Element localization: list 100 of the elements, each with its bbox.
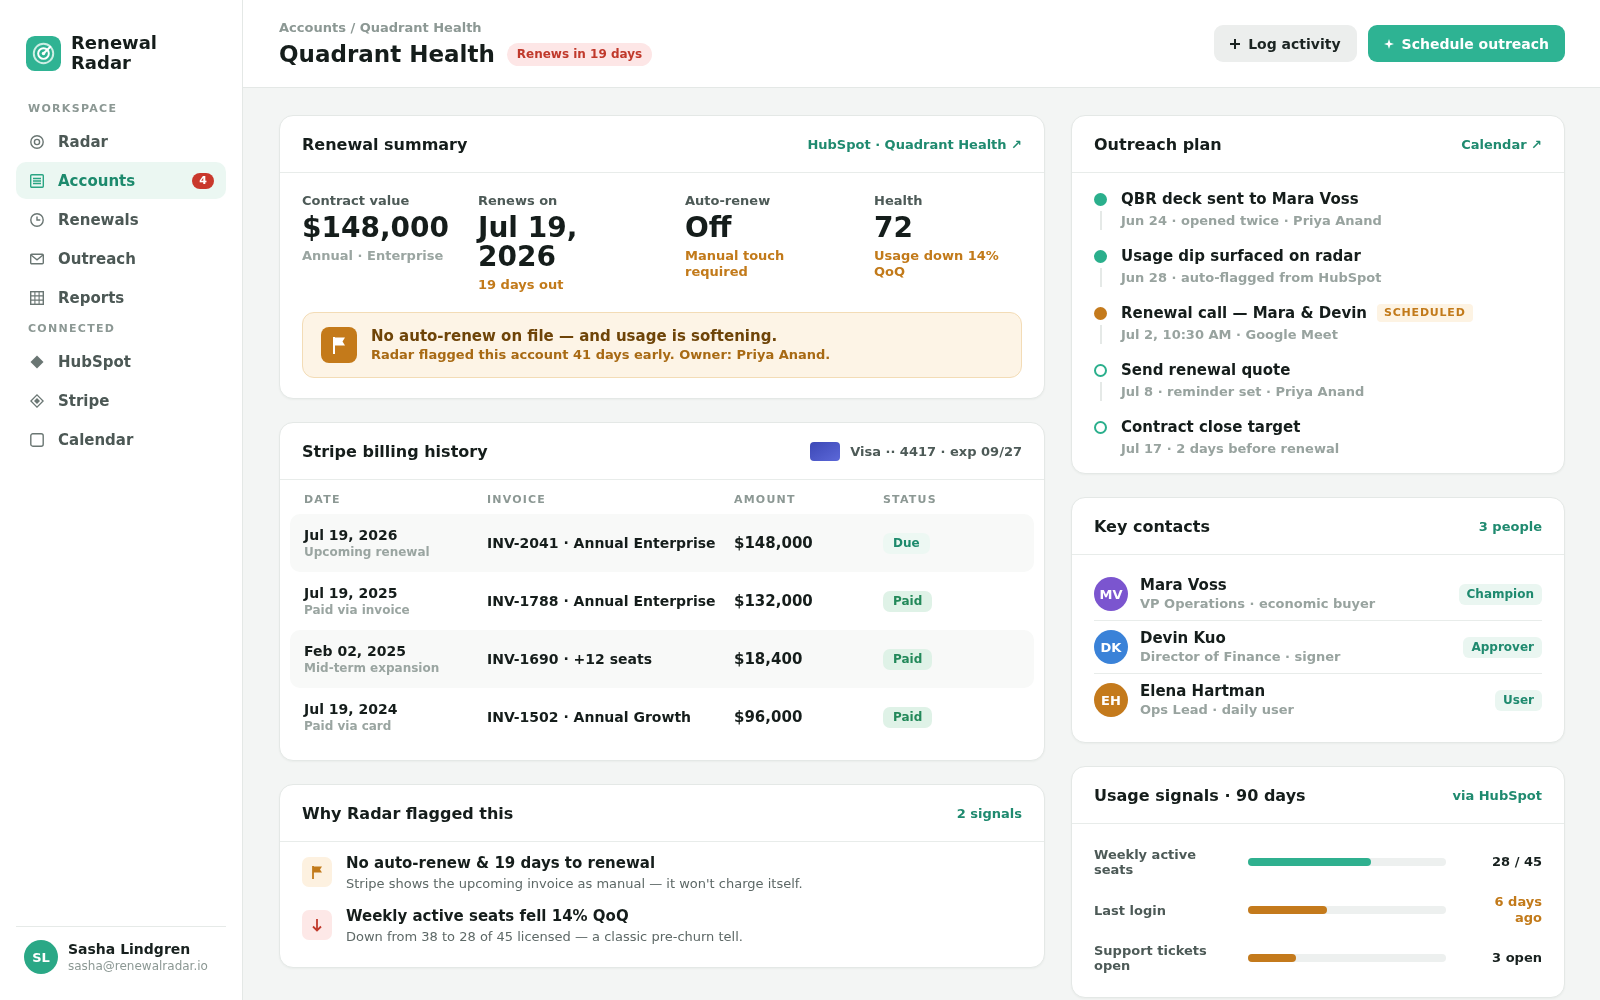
step-title: QBR deck sent to Mara Voss — [1121, 189, 1359, 209]
stat-label: Health — [874, 193, 924, 209]
amount-cell-text: $148,000 — [733, 534, 814, 552]
avatar: EH — [1094, 683, 1128, 717]
step-detail: Jun 24 · opened twice · Priya Anand — [1121, 212, 1383, 230]
stat-label: Auto-renew — [685, 193, 772, 209]
invoice-cell-text: INV-1690 · +12 seats — [486, 651, 653, 667]
stat-note: Annual · Enterprise — [302, 248, 445, 264]
invoice-date: Jul 19, 2024 — [304, 700, 399, 718]
nav-item[interactable]: Renewals — [16, 201, 226, 238]
user-name: Sasha Lindgren — [68, 940, 192, 958]
status-badge: Paid — [883, 707, 933, 728]
amount-cell-text: $18,400 — [733, 650, 804, 668]
status-badge: Due — [883, 533, 930, 554]
stat-label: Contract value — [302, 193, 411, 209]
reason-title: No auto-renew & 19 days to renewal — [346, 854, 657, 873]
nav-item[interactable]: Calendar — [16, 421, 226, 458]
role-tag: Approver — [1463, 636, 1542, 658]
ring-icon — [1094, 363, 1107, 377]
card-title: Key contacts — [1094, 516, 1210, 536]
signal-reading: 28 / 45 — [1491, 854, 1542, 870]
page-title: Quadrant Health — [279, 40, 495, 68]
dot-icon — [1094, 249, 1107, 263]
nav-item[interactable]: Accounts 4 — [16, 162, 226, 199]
card-title: Why Radar flagged this — [302, 803, 514, 823]
calendar-link[interactable]: Calendar ↗ — [1461, 136, 1542, 152]
target-icon — [30, 134, 44, 149]
step-title: Contract close target — [1121, 417, 1301, 437]
nested-diamond-icon — [30, 393, 44, 408]
step-detail: Jul 2, 10:30 AM · Google Meet — [1121, 326, 1339, 344]
signal-label: Weekly active seats — [1094, 847, 1198, 877]
crm-link[interactable]: HubSpot · Quadrant Health ↗ — [807, 136, 1022, 152]
section-heading: CONNECTED — [27, 321, 117, 337]
stat-note: Manual touch required — [685, 248, 786, 280]
count-label: 2 signals — [956, 805, 1022, 821]
status-badge: Paid — [883, 649, 933, 670]
step-detail: Jul 17 · 2 days before renewal — [1121, 440, 1341, 458]
user-email: sasha@renewalradar.io — [68, 958, 208, 974]
square-icon — [30, 432, 44, 447]
contact-name: Elena Hartman — [1140, 682, 1267, 701]
column-header: DATE — [303, 492, 342, 508]
nav-item[interactable]: Outreach — [16, 240, 226, 277]
stat-value: 72 — [874, 213, 914, 242]
avatar: DK — [1094, 630, 1128, 664]
reason-detail: Stripe shows the upcoming invoice as manual — it won't charge itself. — [346, 875, 803, 893]
nav-item[interactable]: Radar — [16, 123, 226, 160]
signal-label: Support tickets open — [1094, 943, 1208, 973]
reason-detail: Down from 38 to 28 of 45 licensed — a classic pre-churn tell. — [346, 928, 743, 946]
column-header: AMOUNT — [733, 492, 797, 508]
role-tag: Champion — [1458, 583, 1542, 605]
renewal-badge: Renews in 19 days — [506, 42, 653, 66]
signal-reading: 3 open — [1491, 950, 1542, 966]
alert-detail: Radar flagged this account 41 days early. Owner: Priya Anand. — [371, 346, 831, 363]
card-title: Usage signals · 90 days — [1094, 785, 1306, 805]
dot-icon — [1094, 192, 1107, 206]
signal-label: Last login — [1094, 902, 1167, 918]
invoice-cell-text: INV-1502 · Annual Growth — [486, 709, 693, 725]
contact-role: Director of Finance · signer — [1140, 648, 1342, 665]
column-header: STATUS — [882, 492, 938, 508]
stat-value: Jul 19, 2026 — [478, 213, 579, 271]
dot-icon — [1094, 306, 1107, 320]
nav-item[interactable]: Reports — [16, 279, 226, 316]
card-title: Stripe billing history — [302, 441, 488, 461]
stat-value: Off — [685, 213, 733, 242]
amount-cell-text: $132,000 — [733, 592, 814, 610]
breadcrumb: Accounts / Quadrant Health — [279, 19, 483, 36]
envelope-icon — [30, 251, 44, 266]
payment-method: Visa ·· 4417 · exp 09/27 — [850, 443, 1022, 459]
flag-icon — [302, 857, 332, 887]
status-tag: SCHEDULED — [1377, 304, 1473, 322]
action-button[interactable]: Log activity — [1214, 25, 1357, 62]
avatar: MV — [1094, 577, 1128, 611]
step-title: Send renewal quote — [1121, 360, 1291, 380]
count-label: 3 people — [1478, 518, 1542, 534]
date-note: Paid via card — [304, 718, 393, 734]
invoice-cell-text: INV-1788 · Annual Enterprise — [486, 593, 717, 609]
invoice-date: Jul 19, 2025 — [304, 584, 399, 602]
invoice-date: Jul 19, 2026 — [304, 526, 399, 544]
count-badge: 4 — [192, 172, 214, 189]
source-label: via HubSpot — [1452, 787, 1542, 803]
date-note: Mid-term expansion — [304, 660, 441, 676]
column-header: INVOICE — [486, 492, 548, 508]
plus-icon — [1230, 38, 1241, 49]
nav-item[interactable]: Stripe — [16, 382, 226, 419]
stat-label: Renews on — [478, 193, 559, 209]
card-icon — [810, 441, 841, 461]
stat-note: Usage down 14% QoQ — [874, 248, 1000, 280]
step-title: Usage dip surfaced on radar — [1121, 246, 1361, 266]
logo-icon — [26, 35, 61, 71]
nav-item[interactable]: HubSpot — [16, 343, 226, 380]
reason-title: Weekly active seats fell 14% QoQ — [346, 907, 630, 926]
stat-note: 19 days out — [478, 277, 565, 293]
step-detail: Jun 28 · auto-flagged from HubSpot — [1121, 269, 1383, 287]
role-tag: User — [1495, 689, 1542, 711]
section-heading: WORKSPACE — [27, 101, 119, 117]
stat-value: $148,000 — [302, 213, 450, 242]
step-title: Renewal call — Mara & Devin — [1121, 303, 1367, 323]
invoice-cell-text: INV-2041 · Annual Enterprise — [486, 535, 717, 551]
status-badge: Paid — [883, 591, 933, 612]
invoice-date: Feb 02, 2025 — [304, 642, 408, 660]
